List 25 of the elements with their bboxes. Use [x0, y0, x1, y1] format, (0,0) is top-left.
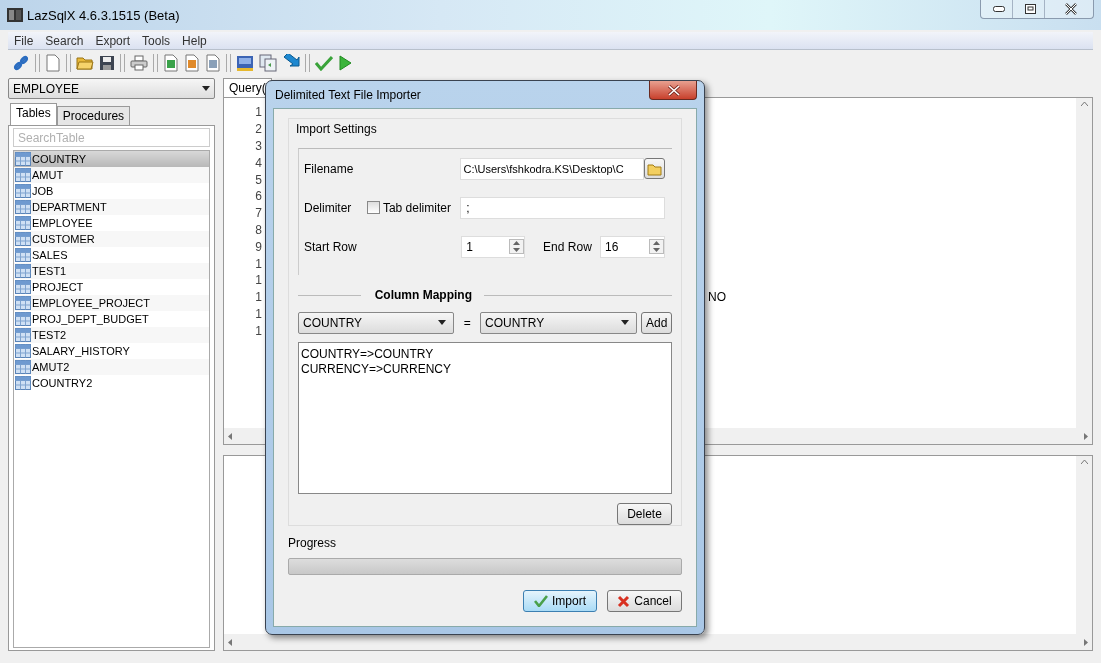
line-number: 3: [254, 139, 262, 153]
line-number: 1: [254, 273, 262, 288]
progress-label: Progress: [288, 536, 338, 550]
line-number: 4: [254, 155, 262, 170]
code-text: NO: [708, 290, 726, 305]
line-number: 6: [254, 189, 262, 204]
line-number: 1: [254, 306, 262, 321]
line-number: 1: [254, 323, 262, 338]
equals-sign: =: [462, 315, 472, 330]
line-number: 9: [254, 239, 262, 254]
line-number: 1: [254, 290, 262, 305]
line-number: 1: [254, 105, 262, 120]
line-number: 2: [254, 122, 262, 137]
field-label: End Row: [543, 239, 593, 254]
line-number: 8: [254, 222, 262, 237]
field-label: Filename: [304, 161, 355, 176]
group-title: Import Settings: [296, 122, 378, 138]
line-number: 1: [254, 256, 262, 271]
window-title: LazSqlX 4.6.3.1515 (Beta): [27, 7, 180, 23]
line-number: 7: [254, 206, 262, 221]
line-number: 5: [254, 172, 262, 187]
section-title: Column Mapping: [373, 288, 473, 303]
dialog-title: Delimited Text File Importer: [274, 87, 421, 102]
field-label: Delimiter: [304, 200, 353, 215]
field-label: Start Row: [304, 239, 358, 254]
